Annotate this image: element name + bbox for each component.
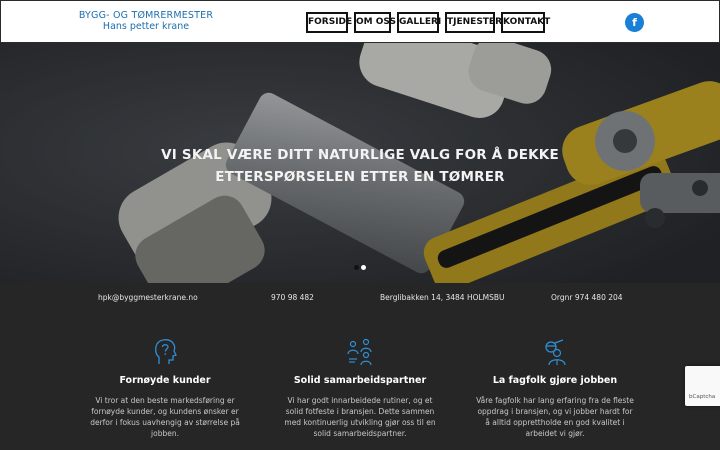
hero-title-line-2: ETTERSPØRSELEN ETTER EN TØMRER bbox=[215, 169, 505, 185]
feature-text: Vi har godt innarbeidede rutiner, og et … bbox=[284, 396, 436, 438]
slider-dot-1[interactable] bbox=[354, 265, 359, 270]
contact-address: Berglibakken 14, 3484 HOLMSBU bbox=[380, 293, 505, 302]
hero-slider: VI SKAL VÆRE DITT NATURLIGE VALG FOR Å D… bbox=[0, 43, 720, 283]
team-meeting-icon bbox=[347, 338, 372, 366]
logo-line-2: Hans petter krane bbox=[102, 21, 190, 32]
logo-line-1: BYGG- OG TØMRERMESTER bbox=[78, 10, 214, 21]
nav-forside[interactable]: FORSIDE bbox=[306, 12, 352, 33]
contact-email[interactable]: hpk@byggmesterkrane.no bbox=[98, 293, 198, 302]
nav-galleri[interactable]: GALLERI bbox=[397, 12, 441, 33]
site-header: BYGG- OG TØMRERMESTER Hans petter krane … bbox=[0, 0, 720, 43]
recaptcha-badge[interactable]: bCaptcha bbox=[685, 366, 720, 406]
contact-bar: hpk@byggmesterkrane.no 970 98 482 Bergli… bbox=[0, 283, 720, 313]
recaptcha-label: bCaptcha bbox=[689, 394, 716, 400]
nav-tjenester[interactable]: TJENESTER bbox=[445, 12, 502, 33]
worker-search-icon bbox=[545, 339, 566, 366]
feature-title: La fagfolk gjøre jobben bbox=[492, 375, 618, 386]
feature-text: Våre fagfolk har lang erfaring fra de fl… bbox=[476, 396, 634, 438]
hero-title: VI SKAL VÆRE DITT NATURLIGE VALG FOR Å D… bbox=[140, 144, 580, 188]
feature-text: Vi tror at den beste markedsføring er fo… bbox=[90, 396, 240, 438]
hero-title-line-1: VI SKAL VÆRE DITT NATURLIGE VALG FOR Å D… bbox=[161, 147, 559, 163]
nav-om-oss[interactable]: OM OSS bbox=[354, 12, 396, 33]
facebook-icon[interactable]: f bbox=[625, 13, 644, 32]
logo[interactable]: BYGG- OG TØMRERMESTER Hans petter krane bbox=[75, 10, 217, 32]
feature-title: Solid samarbeidspartner bbox=[293, 375, 427, 386]
contact-orgnr: Orgnr 974 480 204 bbox=[551, 293, 623, 302]
feature-la-fagfolk: La fagfolk gjøre jobben Våre fagfolk har… bbox=[475, 338, 635, 439]
feature-title: Fornøyde kunder bbox=[119, 375, 211, 386]
contact-phone[interactable]: 970 98 482 bbox=[271, 293, 314, 302]
feature-solid-samarbeidspartner: Solid samarbeidspartner Vi har godt inna… bbox=[280, 338, 440, 439]
nav-kontakt[interactable]: KONTAKT bbox=[501, 12, 550, 33]
slider-dot-2[interactable] bbox=[361, 265, 366, 270]
head-question-icon bbox=[155, 339, 177, 364]
feature-fornoyde-kunder: Fornøyde kunder Vi tror at den beste mar… bbox=[85, 338, 245, 439]
